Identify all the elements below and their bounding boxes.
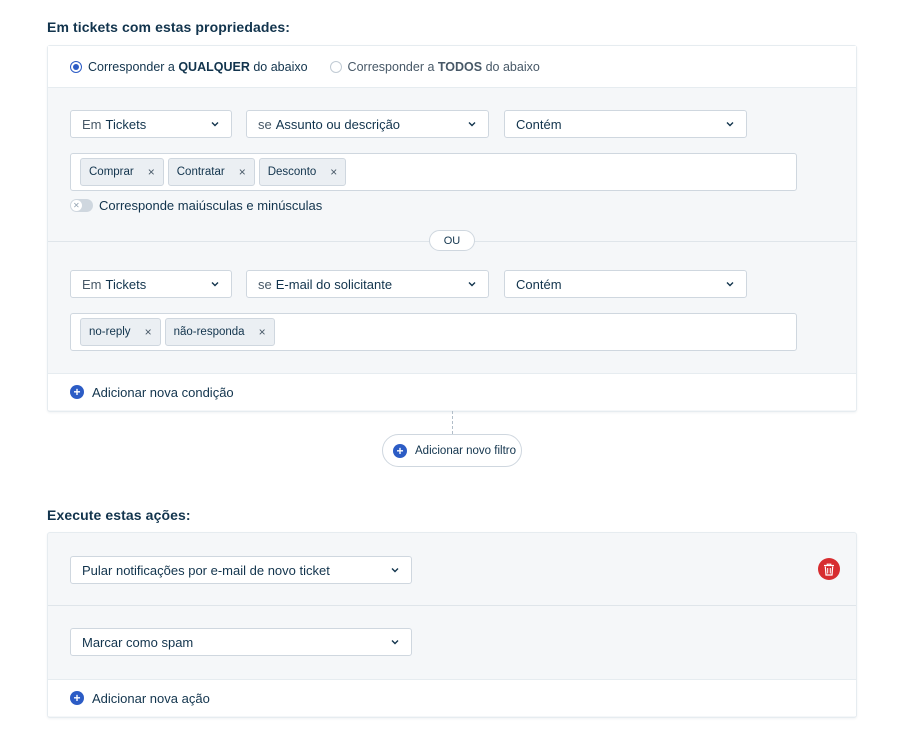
close-icon[interactable]: × [145,325,152,339]
condition-1-field-select[interactable]: se Assunto ou descrição [246,110,489,138]
filter-connector [452,411,453,434]
condition-2-field-select[interactable]: se E-mail do solicitante [246,270,489,298]
match-any-radio[interactable]: Corresponder a QUALQUER do abaixo [70,60,308,74]
or-badge: OU [429,230,475,251]
value-tag: Comprar × [80,158,164,186]
chevron-down-icon [391,640,399,645]
trash-icon [824,563,834,576]
plus-circle-icon: + [70,691,84,705]
condition-1-entity-select[interactable]: Em Tickets [70,110,232,138]
add-filter-button[interactable]: + Adicionar novo filtro [382,434,522,467]
delete-action-button[interactable] [818,558,840,580]
close-icon[interactable]: × [239,165,246,179]
radio-unselected-icon [329,60,342,73]
radio-selected-icon [70,60,82,73]
condition-1-values-input[interactable]: Comprar × Contratar × Desconto × [70,153,797,191]
case-sensitive-label: Corresponde maiúsculas e minúsculas [99,198,323,213]
chevron-down-icon [468,122,476,127]
condition-2-operator-select[interactable]: Contém [504,270,747,298]
case-sensitive-row: ✕ Corresponde maiúsculas e minúsculas [70,198,322,213]
chevron-down-icon [391,568,399,573]
condition-2-values-input[interactable]: no-reply × não-responda × [70,313,797,351]
value-tag: Desconto × [258,158,347,186]
case-sensitive-toggle[interactable]: ✕ [70,199,93,212]
add-condition-label: Adicionar nova condição [92,384,234,400]
match-all-radio[interactable]: Corresponder a TODOS do abaixo [329,59,540,74]
chevron-down-icon [211,282,219,287]
match-mode-group: Corresponder a QUALQUER do abaixo Corres… [48,46,856,88]
action-2-select[interactable]: Marcar como spam [70,628,412,656]
match-all-label: Corresponder a TODOS do abaixo [347,59,540,74]
chevron-down-icon [726,122,734,127]
condition-1-operator-select[interactable]: Contém [504,110,747,138]
action-1-select[interactable]: Pular notificações por e-mail de novo ti… [70,556,412,584]
conditions-title: Em tickets com estas propriedades: [47,19,291,35]
condition-2-entity-select[interactable]: Em Tickets [70,270,232,298]
match-any-label: Corresponder a QUALQUER do abaixo [88,59,308,74]
add-condition-button[interactable]: + Adicionar nova condição [48,373,856,410]
add-action-button[interactable]: + Adicionar nova ação [48,679,856,716]
actions-card: Pular notificações por e-mail de novo ti… [47,532,857,718]
close-icon[interactable]: × [330,165,337,179]
value-tag: no-reply × [80,318,161,346]
add-action-label: Adicionar nova ação [92,690,210,706]
value-tag: Contratar × [167,158,255,186]
chevron-down-icon [468,282,476,287]
add-filter-label: Adicionar novo filtro [415,444,516,457]
chevron-down-icon [726,282,734,287]
close-icon[interactable]: × [259,325,266,339]
value-tag: não-responda × [164,318,275,346]
close-icon: ✕ [73,201,80,210]
action-divider [48,605,856,606]
actions-title: Execute estas ações: [47,507,191,523]
close-icon[interactable]: × [148,165,155,179]
conditions-card: Corresponder a QUALQUER do abaixo Corres… [47,45,857,412]
plus-circle-icon: + [393,443,407,458]
chevron-down-icon [211,122,219,127]
plus-circle-icon: + [70,385,84,399]
